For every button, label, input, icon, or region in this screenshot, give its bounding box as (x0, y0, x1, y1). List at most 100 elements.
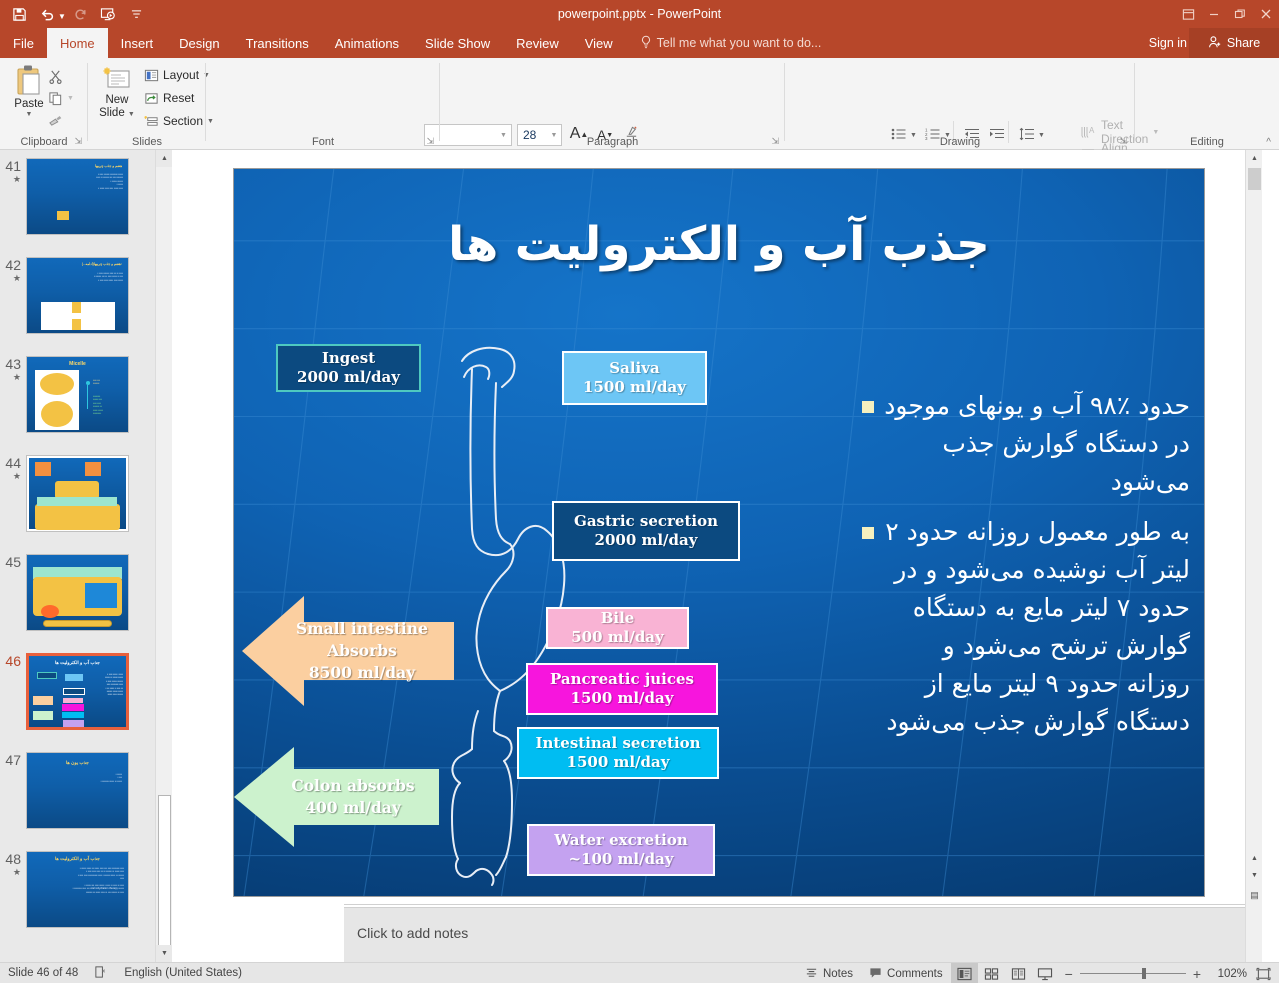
slide-scroll-up-icon[interactable]: ▲ (1246, 150, 1263, 167)
slide-edit-pane[interactable]: جذب آب و الکترولیت ها Ingest 2000 ml/day… (172, 150, 1262, 962)
view-normal-button[interactable] (950, 963, 978, 983)
clipboard-dialog-launcher[interactable]: ⇲ (74, 136, 82, 147)
undo-dropdown-icon[interactable]: ▼ (58, 12, 66, 21)
notes-splitter[interactable] (344, 904, 1245, 905)
thumbnail-slide-47[interactable]: 47 جذب یون ها ▪ ▪▪▪▪▪ ▪ ▪▪▪ ▪ ▪▪▪▪▪▪▪ ▪▪▪▪… (0, 752, 155, 829)
cut-button[interactable] (48, 65, 63, 87)
comments-button[interactable]: Comments (861, 963, 951, 983)
thumbnail-slide-42[interactable]: 42 ★ هضم و جذب چربیها(ادامه...): ▪ ▪▪▪▪ … (0, 257, 155, 334)
box-bile[interactable]: Bile 500 ml/day (546, 607, 689, 649)
sign-in-button[interactable]: Sign in (1149, 28, 1187, 58)
drawing-dialog-launcher[interactable]: ⇲ (1119, 136, 1127, 147)
slide-scroll-down-icon[interactable]: ▲ (1246, 850, 1263, 867)
thumbnail-slide-43[interactable]: 43 ★ Micelle ▪▪▪▪ ▪▪▪ ▪▪▪▪▪▪▪ ▪▪▪▪▪▪▪▪ ▪▪▪… (0, 356, 155, 433)
slide-indicator[interactable]: Slide 46 of 48 (0, 963, 86, 983)
slide-title[interactable]: جذب آب و الکترولیت ها (234, 215, 1204, 275)
view-slideshow-button[interactable] (1032, 963, 1059, 983)
tell-me-box[interactable]: Tell me what you want to do... (640, 28, 821, 58)
thumbnail-image[interactable] (26, 554, 129, 631)
tab-view[interactable]: View (572, 28, 626, 58)
thumbnail-image[interactable]: جذب آب و الکترولیت ها ▪ ▪▪▪▪▪ ▪▪▪▪▪ ▪▪ ▪… (26, 851, 129, 928)
box-saliva[interactable]: Saliva 1500 ml/day (562, 351, 707, 405)
thumbnail-image[interactable]: هضم و جذب چربیها(ادامه...): ▪ ▪▪▪▪ ▪▪▪▪▪… (26, 257, 129, 334)
scrollbar-thumb[interactable] (158, 795, 171, 950)
arrow-small-intestine[interactable]: Small intestine Absorbs 8500 ml/day (274, 612, 450, 690)
thumbnail-slide-46[interactable]: 46 جذب آب و الکترولیت ها ▪ ▪▪▪▪ ▪▪▪▪ ▪ ▪… (0, 653, 155, 730)
slide-scroll-page-icon[interactable]: ▤ (1246, 887, 1263, 904)
bullet-item-2[interactable]: به طور معمول روزانه حدود ۲ لیتر آب نوشید… (852, 513, 1190, 741)
bullet-item-1[interactable]: حدود ٪۹۸ آب و یونهای موجود در دستگاه گوا… (852, 387, 1190, 501)
thumbnail-slide-48[interactable]: 48 ★ جذب آب و الکترولیت ها ▪ ▪▪▪▪▪ ▪▪▪▪▪… (0, 851, 155, 928)
view-slide-sorter-button[interactable] (978, 963, 1005, 983)
reset-button[interactable]: Reset (144, 87, 194, 109)
thumbnail-scrollbar[interactable]: ▲ ▼ (155, 150, 173, 962)
zoom-slider[interactable]: − + (1059, 966, 1207, 982)
thumbnail-image[interactable]: جذب یون ها ▪ ▪▪▪▪▪ ▪ ▪▪▪ ▪ ▪▪▪▪▪▪▪ ▪▪▪▪▪ ▪… (26, 752, 129, 829)
paragraph-dialog-launcher[interactable]: ⇲ (771, 136, 779, 147)
notes-button[interactable]: Notes (797, 963, 861, 983)
collapse-ribbon-icon[interactable]: ^ (1266, 137, 1271, 148)
ribbon-display-options-icon[interactable] (1175, 0, 1201, 28)
font-dialog-launcher[interactable]: ⇲ (426, 136, 434, 147)
box-ingest[interactable]: Ingest 2000 ml/day (276, 344, 421, 392)
ribbon-tab-row: File Home Insert Design Transitions Anim… (0, 28, 1279, 58)
zoom-track[interactable] (1079, 968, 1186, 979)
slide-scrollbar-thumb[interactable] (1248, 168, 1261, 190)
fit-slide-button[interactable] (1247, 963, 1279, 983)
tab-insert[interactable]: Insert (108, 28, 167, 58)
thumbnail-slide-44[interactable]: 44 ★ (0, 455, 155, 532)
thumbnail-image[interactable] (26, 455, 129, 532)
customize-qat-icon[interactable] (124, 2, 150, 26)
tab-design[interactable]: Design (166, 28, 232, 58)
redo-icon[interactable] (68, 2, 94, 26)
slide-thumbnail-pane[interactable]: 41 ★ هضم و جذب چربیها ▪ ▪▪▪▪ ▪▪▪▪▪▪ ▪▪▪▪… (0, 150, 155, 962)
scroll-down-icon[interactable]: ▼ (156, 945, 173, 962)
notes-splitter-handle[interactable] (732, 898, 768, 909)
notes-pane[interactable]: Click to add notes (344, 907, 1245, 962)
zoom-in-button[interactable]: + (1193, 966, 1201, 982)
restore-icon[interactable] (1227, 0, 1253, 28)
language-indicator[interactable]: English (United States) (116, 963, 250, 983)
zoom-out-button[interactable]: − (1065, 966, 1073, 982)
share-button[interactable]: Share (1189, 28, 1279, 58)
view-reading-button[interactable] (1005, 963, 1032, 983)
tab-transitions[interactable]: Transitions (233, 28, 322, 58)
tab-home[interactable]: Home (46, 28, 108, 58)
thumbnail-image[interactable]: Micelle ▪▪▪▪ ▪▪▪ ▪▪▪▪▪▪▪ ▪▪▪▪▪▪▪▪ ▪▪▪▪▪▪ ▪… (26, 356, 129, 433)
slide-vertical-scrollbar[interactable]: ▲ ▲ ▼ ▤ (1245, 150, 1262, 962)
save-icon[interactable] (6, 2, 32, 26)
slide-canvas[interactable]: جذب آب و الکترولیت ها Ingest 2000 ml/day… (233, 168, 1205, 897)
close-icon[interactable] (1253, 0, 1279, 28)
tab-review[interactable]: Review (503, 28, 572, 58)
thumbnail-slide-41[interactable]: 41 ★ هضم و جذب چربیها ▪ ▪▪▪▪ ▪▪▪▪▪▪ ▪▪▪▪… (0, 158, 155, 235)
box-water-excretion[interactable]: Water excretion ~100 ml/day (527, 824, 715, 876)
ribbon-group-clipboard: Paste ▼ ▼ Clipboard ⇲ (0, 58, 88, 150)
thumbnail-slide-45[interactable]: 45 (0, 554, 155, 631)
paste-button[interactable]: Paste ▼ (4, 64, 54, 118)
minimize-icon[interactable] (1201, 0, 1227, 28)
arrow-colon[interactable]: Colon absorbs 400 ml/day (269, 769, 437, 825)
copy-button[interactable]: ▼ (48, 87, 74, 109)
tab-file[interactable]: File (0, 28, 47, 58)
layout-button[interactable]: Layout ▼ (144, 64, 210, 86)
format-painter-button[interactable] (48, 109, 63, 131)
section-button[interactable]: Section ▼ (144, 110, 214, 132)
tab-animations[interactable]: Animations (322, 28, 412, 58)
tab-slide-show[interactable]: Slide Show (412, 28, 503, 58)
box-intestinal-secretion[interactable]: Intestinal secretion 1500 ml/day (517, 727, 719, 779)
copy-dropdown-icon[interactable]: ▼ (67, 95, 74, 102)
zoom-handle[interactable] (1141, 968, 1146, 979)
scroll-up-icon[interactable]: ▲ (156, 150, 173, 167)
slideshow-icon[interactable] (96, 2, 122, 26)
slide-body-text[interactable]: حدود ٪۹۸ آب و یونهای موجود در دستگاه گوا… (852, 387, 1190, 753)
paste-dropdown-icon[interactable]: ▼ (26, 111, 33, 118)
new-slide-button[interactable]: New Slide ▼ (92, 66, 142, 121)
thumbnail-image-current[interactable]: جذب آب و الکترولیت ها ▪ ▪▪▪▪ ▪▪▪▪ ▪ ▪▪▪▪… (26, 653, 129, 730)
box-gastric-secretion[interactable]: Gastric secretion 2000 ml/day (552, 501, 740, 561)
undo-icon[interactable] (34, 2, 60, 26)
thumbnail-image[interactable]: هضم و جذب چربیها ▪ ▪▪▪▪ ▪▪▪▪▪▪ ▪▪▪▪▪▪▪▪ … (26, 158, 129, 235)
box-pancreatic-juices[interactable]: Pancreatic juices 1500 ml/day (526, 663, 718, 715)
spellcheck-button[interactable]: x (86, 963, 116, 983)
slide-scroll-next-icon[interactable]: ▼ (1246, 867, 1263, 884)
zoom-level[interactable]: 102% (1207, 968, 1247, 980)
